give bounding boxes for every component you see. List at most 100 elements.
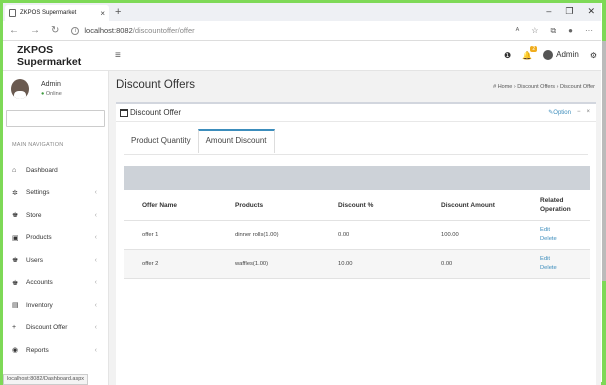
sidebar-item-label: Dashboard — [26, 166, 58, 174]
sidebar-item-products[interactable]: ▣ Products ‹ — [3, 227, 108, 250]
sidebar-item-label: Discount Offer — [26, 324, 68, 332]
delete-link[interactable]: Delete — [540, 235, 590, 244]
discount-pct-cell: 0.00 — [328, 220, 431, 250]
column-header[interactable]: Discount % — [328, 190, 431, 221]
operation-cell: Edit Delete — [532, 220, 590, 250]
close-icon[interactable]: ✕ — [587, 6, 595, 17]
url-field[interactable]: i localhost:8082/discountoffer/offer — [71, 26, 195, 35]
user-menu[interactable]: Admin — [543, 50, 579, 60]
column-header[interactable]: Related Operation — [532, 190, 590, 221]
discount-amount-cell: 0.00 — [431, 249, 532, 279]
tab-product-quantity[interactable]: Product Quantity — [124, 129, 198, 153]
table-row: offer 2 waffles(1.00) 10.00 0.00 Edit De… — [124, 249, 590, 279]
chevron-left-icon: ‹ — [94, 346, 97, 354]
sidebar: Admin ● Online MAIN NAVIGATION ⌂ Dashboa… — [3, 71, 109, 385]
collapse-icon[interactable]: − — [577, 109, 581, 116]
sidebar-search-input[interactable] — [6, 110, 105, 127]
edit-link[interactable]: Edit — [540, 255, 590, 264]
sidebar-item-settings[interactable]: ✲ Settings ‹ — [3, 182, 108, 205]
forward-icon[interactable]: → — [30, 25, 40, 36]
sidebar-item-label: Inventory — [26, 301, 53, 309]
column-header[interactable]: Offer Name — [124, 190, 225, 221]
address-bar: ← → ↻ i localhost:8082/discountoffer/off… — [3, 21, 601, 41]
store-icon: ♚ — [12, 212, 19, 220]
notification-bell-icon[interactable]: 🔔 2 — [522, 45, 538, 60]
chevron-left-icon: ‹ — [94, 324, 97, 332]
settings-icon: ✲ — [12, 189, 18, 197]
menu-toggle-icon[interactable]: ≡ — [115, 50, 121, 61]
window-controls: – ❐ ✕ — [546, 6, 595, 17]
sidebar-item-reports[interactable]: ◉ Reports ‹ — [3, 339, 108, 362]
brand-logo[interactable]: ZKPOS Supermarket — [3, 41, 109, 71]
calendar-icon — [120, 108, 128, 117]
remove-icon[interactable]: × — [586, 109, 590, 116]
operation-cell: Edit Delete — [532, 249, 590, 279]
discount-offer-box: Discount Offer ✎Option − × Product Quant… — [116, 102, 596, 385]
tab-amount-discount[interactable]: Amount Discount — [197, 129, 275, 153]
info-circle-icon[interactable]: ❶ — [504, 51, 511, 60]
sidebar-item-label: Store — [26, 211, 42, 219]
more-icon[interactable]: ··· — [585, 26, 593, 36]
browser-tab[interactable]: ZKPOS Supermarket × — [5, 5, 109, 21]
main-content: Discount Offers # Home › Discount Offers… — [109, 71, 601, 385]
info-icon[interactable]: i — [71, 26, 80, 35]
inventory-icon: ▤ — [12, 302, 19, 310]
browser-toolbar: ᴬ ☆ ⧉ ● ··· — [516, 26, 593, 36]
navbar-right: ❶ 🔔 2 Admin ⚙ — [504, 45, 597, 60]
minimize-icon[interactable]: – — [546, 6, 551, 17]
maximize-icon[interactable]: ❐ — [565, 6, 573, 17]
breadcrumb[interactable]: # Home › Discount Offers › Discount Offe… — [493, 84, 595, 90]
table-toolbar — [124, 166, 590, 190]
tabs-divider — [124, 154, 588, 155]
column-header[interactable]: Products — [225, 190, 328, 221]
box-header: Discount Offer — [116, 104, 596, 122]
reports-icon: ◉ — [12, 347, 19, 355]
user-avatar — [11, 79, 29, 99]
products-cell: waffles(1.00) — [225, 249, 328, 279]
menu-header: MAIN NAVIGATION — [12, 142, 64, 148]
page-scrollbar[interactable] — [602, 41, 606, 281]
page-icon — [9, 9, 16, 17]
chevron-left-icon: ‹ — [94, 279, 97, 287]
profile-icon[interactable]: ● — [568, 26, 573, 36]
sidebar-item-users[interactable]: ♚ Users ‹ — [3, 249, 108, 272]
notification-badge: 2 — [530, 45, 538, 52]
page-title: Discount Offers — [116, 79, 196, 91]
gear-icon[interactable]: ⚙ — [590, 51, 597, 60]
reload-icon[interactable]: ↻ — [51, 25, 59, 36]
discount-amount-cell: 100.00 — [431, 220, 532, 250]
top-navbar: ≡ ❶ 🔔 2 Admin ⚙ — [109, 41, 601, 71]
offer-name-cell: offer 2 — [124, 249, 225, 279]
back-icon[interactable]: ← — [9, 25, 19, 36]
read-aloud-icon[interactable]: ᴬ — [516, 26, 520, 36]
edit-link[interactable]: Edit — [540, 226, 590, 235]
sidebar-item-dashboard[interactable]: ⌂ Dashboard — [3, 159, 108, 182]
offers-table: Offer Name Products Discount % Discount … — [124, 190, 590, 279]
new-tab-button[interactable]: + — [115, 6, 121, 18]
users-icon: ♚ — [12, 257, 19, 265]
user-menu-name: Admin — [556, 50, 579, 60]
collections-icon[interactable]: ⧉ — [550, 26, 556, 36]
products-icon: ▣ — [12, 234, 19, 242]
sidebar-item-accounts[interactable]: ♚ Accounts ‹ — [3, 272, 108, 295]
sidebar-item-discount-offer[interactable]: + Discount Offer ‹ — [3, 317, 108, 340]
table-header-row: Offer Name Products Discount % Discount … — [124, 190, 590, 221]
delete-link[interactable]: Delete — [540, 264, 590, 273]
accounts-icon: ♚ — [12, 279, 19, 287]
offer-name-cell: offer 1 — [124, 220, 225, 250]
sidebar-item-inventory[interactable]: ▤ Inventory ‹ — [3, 294, 108, 317]
tab-close-icon[interactable]: × — [100, 9, 105, 18]
online-dot-icon: ● — [41, 91, 45, 97]
sidebar-item-label: Reports — [26, 346, 49, 354]
browser-status-bar: localhost:8082/Dashboard.aspx — [3, 374, 89, 385]
products-cell: dinner rolls(1.00) — [225, 220, 328, 250]
favorite-icon[interactable]: ☆ — [531, 26, 538, 36]
option-link[interactable]: ✎Option — [548, 109, 571, 116]
discount-pct-cell: 10.00 — [328, 249, 431, 279]
column-header[interactable]: Discount Amount — [431, 190, 532, 221]
sidebar-item-label: Users — [26, 256, 43, 264]
sidebar-item-label: Accounts — [26, 279, 53, 287]
sidebar-item-label: Products — [26, 234, 52, 242]
browser-tab-bar: ZKPOS Supermarket × + – ❐ ✕ — [3, 3, 601, 21]
sidebar-item-store[interactable]: ♚ Store ‹ — [3, 204, 108, 227]
